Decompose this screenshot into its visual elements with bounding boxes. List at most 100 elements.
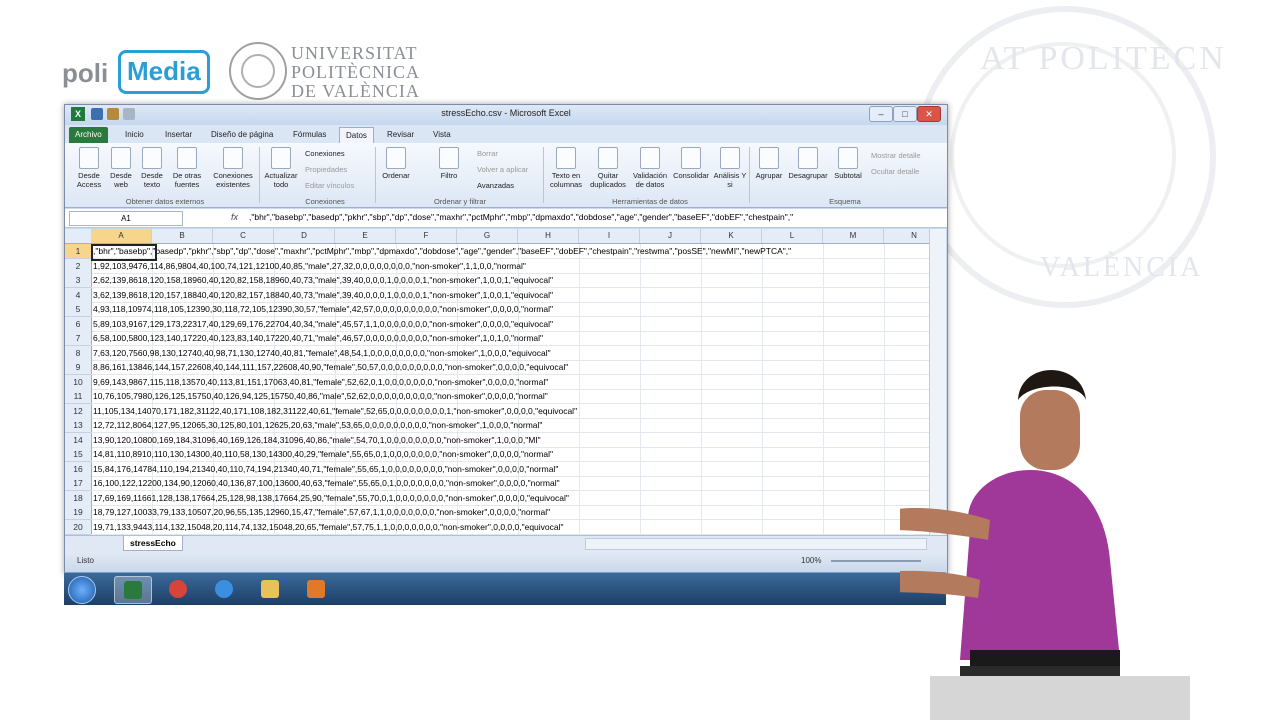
connections-button[interactable]: Conexiones [305,149,345,158]
select-all-corner[interactable] [65,229,92,243]
row-header-17[interactable]: 17 [65,476,92,491]
zoom-level[interactable]: 100% [801,556,821,565]
row-header-18[interactable]: 18 [65,490,92,506]
column-header-j[interactable]: J [640,229,701,243]
active-cell-a1[interactable] [91,244,157,261]
taskbar-ie[interactable] [206,576,242,602]
cell-a12[interactable]: 11,105,134,14070,171,182,31122,40,171,10… [93,404,577,418]
taskbar-media[interactable] [298,576,334,602]
row-header-6[interactable]: 6 [65,316,92,332]
cell-a4[interactable]: 3,62,139,8618,120,157,18840,40,120,82,15… [93,288,553,302]
cell-a6[interactable]: 5,89,103,9167,129,173,22317,40,129,69,17… [93,317,553,331]
from-access-button[interactable]: Desde Access [71,147,107,189]
cell-a1[interactable]: ,"bhr","basebp","basedp","pkhr","sbp","d… [93,244,791,258]
column-header-f[interactable]: F [396,229,457,243]
data-validation-button[interactable]: Validación de datos [629,147,671,189]
properties-button[interactable]: Propiedades [305,165,347,174]
column-header-b[interactable]: B [152,229,213,243]
column-header-a[interactable]: A [91,229,152,243]
close-button[interactable]: ✕ [917,106,941,122]
column-header-d[interactable]: D [274,229,335,243]
row-header-15[interactable]: 15 [65,447,92,462]
row-header-1[interactable]: 1 [65,244,92,259]
formula-input[interactable]: ,"bhr","basebp","basedp","pkhr","sbp","d… [249,212,929,222]
cell-a8[interactable]: 7,63,120,7560,98,130,12740,40,98,71,130,… [93,346,551,360]
group-button[interactable]: Agrupar [753,147,785,180]
cell-a5[interactable]: 4,93,118,10974,118,105,12390,30,118,72,1… [93,302,553,316]
cell-a3[interactable]: 2,62,139,8618,120,158,18960,40,120,82,15… [93,273,553,287]
cell-a14[interactable]: 13,90,120,10800,169,184,31096,40,169,126… [93,433,541,447]
tab-revisar[interactable]: Revisar [381,127,420,143]
column-header-l[interactable]: L [762,229,823,243]
cell-a10[interactable]: 9,69,143,9867,115,118,13570,40,113,81,15… [93,375,548,389]
maximize-button[interactable]: □ [893,106,917,122]
row-header-5[interactable]: 5 [65,302,92,317]
row-header-2[interactable]: 2 [65,258,92,274]
horizontal-scrollbar[interactable] [585,538,927,550]
filter-button[interactable]: Filtro [435,147,463,180]
row-header-9[interactable]: 9 [65,360,92,375]
tab-formulas[interactable]: Fórmulas [287,127,332,143]
ungroup-button[interactable]: Desagrupar [787,147,829,180]
row-header-12[interactable]: 12 [65,403,92,419]
tab-datos[interactable]: Datos [339,127,374,144]
show-detail-button[interactable]: Mostrar detalle [871,151,921,160]
cell-a17[interactable]: 16,100,122,12200,134,90,12060,40,136,87,… [93,476,560,490]
column-header-i[interactable]: I [579,229,640,243]
subtotal-button[interactable]: Subtotal [831,147,865,180]
tab-insertar[interactable]: Insertar [159,127,198,143]
row-header-20[interactable]: 20 [65,519,92,535]
cell-a16[interactable]: 15,84,176,14784,110,194,21340,40,110,74,… [93,462,558,476]
start-button[interactable] [68,576,96,604]
cell-a15[interactable]: 14,81,110,8910,110,130,14300,40,110,58,1… [93,447,553,461]
other-sources-button[interactable]: De otras fuentes [167,147,207,189]
advanced-button[interactable]: Avanzadas [477,181,514,190]
edit-links-button[interactable]: Editar vínculos [305,181,354,190]
cell-a13[interactable]: 12,72,112,8064,127,95,12065,30,125,80,10… [93,418,542,432]
what-if-button[interactable]: Análisis Y si [713,147,747,189]
cell-a9[interactable]: 8,86,161,13846,144,157,22608,40,144,111,… [93,360,568,374]
tab-inicio[interactable]: Inicio [119,127,150,143]
text-to-columns-button[interactable]: Texto en columnas [547,147,585,189]
name-box[interactable]: A1 [69,211,183,226]
reapply-button[interactable]: Volver a aplicar [477,165,528,174]
refresh-all-button[interactable]: Actualizar todo [261,147,301,189]
column-header-k[interactable]: K [701,229,762,243]
tab-vista[interactable]: Vista [427,127,457,143]
minimize-button[interactable]: – [869,106,893,122]
cell-a20[interactable]: 19,71,133,9443,114,132,15048,20,114,74,1… [93,520,564,534]
taskbar-chrome[interactable] [160,576,196,602]
column-header-n[interactable]: N [884,229,929,243]
column-header-h[interactable]: H [518,229,579,243]
row-header-4[interactable]: 4 [65,287,92,303]
sheet-tab-stressecho[interactable]: stressEcho [123,536,183,551]
cell-a11[interactable]: 10,76,105,7980,126,125,15750,40,126,94,1… [93,389,548,403]
row-header-19[interactable]: 19 [65,505,92,520]
cell-a19[interactable]: 18,79,127,10033,79,133,10507,20,96,55,13… [93,505,550,519]
column-header-g[interactable]: G [457,229,518,243]
from-web-button[interactable]: Desde web [107,147,135,189]
row-header-3[interactable]: 3 [65,273,92,288]
row-header-8[interactable]: 8 [65,345,92,361]
row-header-11[interactable]: 11 [65,389,92,404]
row-header-14[interactable]: 14 [65,432,92,448]
tab-diseno[interactable]: Diseño de página [205,127,279,143]
remove-duplicates-button[interactable]: Quitar duplicados [587,147,629,189]
cell-a18[interactable]: 17,69,169,11661,128,138,17664,25,128,98,… [93,491,569,505]
sort-button[interactable]: Ordenar [381,147,411,180]
spreadsheet-grid[interactable]: ABCDEFGHIJKLMN 1 ,"bhr","basebp","basedp"… [65,229,929,535]
column-header-c[interactable]: C [213,229,274,243]
column-header-e[interactable]: E [335,229,396,243]
consolidate-button[interactable]: Consolidar [671,147,711,180]
insert-function-icon[interactable]: fx [231,212,238,222]
row-header-7[interactable]: 7 [65,331,92,346]
clear-filter-button[interactable]: Borrar [477,149,498,158]
row-header-10[interactable]: 10 [65,374,92,390]
tab-archivo[interactable]: Archivo [69,127,108,143]
column-header-m[interactable]: M [823,229,884,243]
from-text-button[interactable]: Desde texto [137,147,167,189]
hide-detail-button[interactable]: Ocultar detalle [871,167,919,176]
taskbar-explorer[interactable] [252,576,288,602]
row-header-13[interactable]: 13 [65,418,92,433]
existing-connections-button[interactable]: Conexiones existentes [209,147,257,189]
